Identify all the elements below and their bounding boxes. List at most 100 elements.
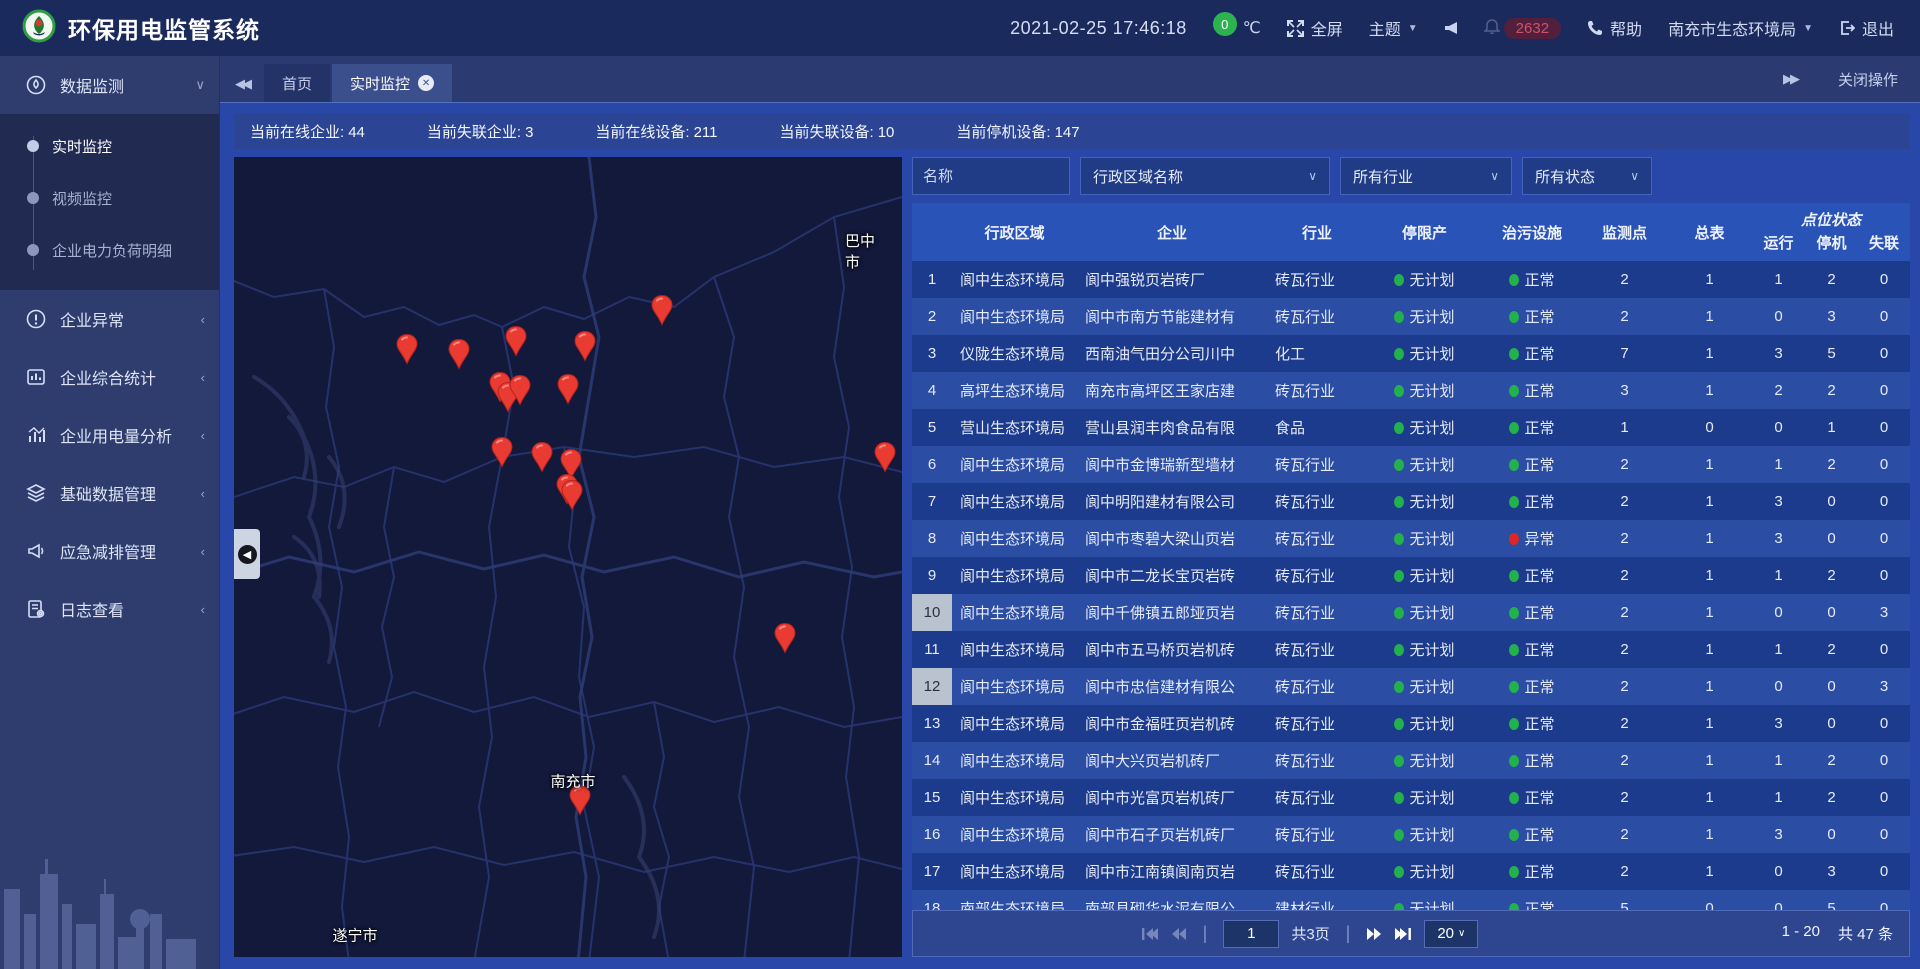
cell-stopped: 2 [1805,446,1858,483]
page-number-input[interactable]: 1 [1223,920,1279,948]
sidebar-item-label: 日志查看 [60,597,124,621]
datetime: 2021-02-25 17:46:18 [1010,18,1187,39]
temperature: 0 ℃ [1213,18,1261,38]
theme-dropdown[interactable]: 主题 ▼ [1369,16,1418,40]
notifications[interactable]: 2632 [1484,17,1561,39]
map-marker-icon[interactable] [773,623,797,655]
sidebar-item-1[interactable]: 企业异常‹ [0,290,219,348]
sidebar-item-0[interactable]: 数据监测∨ [0,56,219,114]
first-page-button[interactable] [1141,927,1159,941]
next-page-button[interactable] [1366,927,1382,941]
table-row[interactable]: 2阆中生态环境局阆中市南方节能建材有砖瓦行业无计划正常21030 [912,298,1910,335]
name-filter-input[interactable] [912,157,1070,195]
cell-running: 3 [1752,520,1805,557]
fullscreen-button[interactable]: 全屏 [1287,16,1343,40]
cell-running: 1 [1752,557,1805,594]
cell-production-status: 无计划 [1367,890,1482,910]
tab-实时监控[interactable]: 实时监控✕ [332,64,452,102]
table-row[interactable]: 10阆中生态环境局阆中千佛镇五郎垭页岩砖瓦行业无计划正常21003 [912,594,1910,631]
table-row[interactable]: 8阆中生态环境局阆中市枣碧大梁山页岩砖瓦行业无计划异常21300 [912,520,1910,557]
sidebar-item-3[interactable]: 企业用电量分析‹ [0,406,219,464]
table-row[interactable]: 9阆中生态环境局阆中市二龙长宝页岩砖砖瓦行业无计划正常21120 [912,557,1910,594]
map-panel[interactable]: 巴中市南充市遂宁市 ◀ [234,157,902,957]
map-marker-icon[interactable] [504,326,528,358]
table-row[interactable]: 4高坪生态环境局南充市高坪区王家店建砖瓦行业无计划正常31220 [912,372,1910,409]
table-row[interactable]: 16阆中生态环境局阆中市石子页岩机砖厂砖瓦行业无计划正常21300 [912,816,1910,853]
sidebar-item-6[interactable]: 日志查看‹ [0,580,219,638]
fullscreen-label: 全屏 [1311,16,1343,40]
cell-region: 阆中生态环境局 [952,668,1077,705]
table-row[interactable]: 17阆中生态环境局阆中市江南镇阆南页岩砖瓦行业无计划正常21030 [912,853,1910,890]
table-row[interactable]: 5营山生态环境局营山县润丰肉食品有限食品无计划正常10010 [912,409,1910,446]
tabs-scroll-right-button[interactable]: ▶▶ [1768,61,1812,97]
cell-running: 3 [1752,705,1805,742]
map-marker-icon[interactable] [508,375,532,407]
table-row[interactable]: 12阆中生态环境局阆中市忠信建材有限公砖瓦行业无计划正常21003 [912,668,1910,705]
map-collapse-button[interactable]: ◀ [234,529,260,579]
last-page-button[interactable] [1394,927,1412,941]
region-filter-select[interactable]: 行政区域名称 ∨ [1080,157,1330,195]
table-row[interactable]: 18南部生态环境局南部县砌华水泥有限公建材行业无计划正常50050 [912,890,1910,910]
table-row[interactable]: 7阆中生态环境局阆中明阳建材有限公司砖瓦行业无计划正常21300 [912,483,1910,520]
cell-company: 阆中市二龙长宝页岩砖 [1077,557,1267,594]
status-dot-icon [1394,607,1404,619]
table-row[interactable]: 13阆中生态环境局阆中市金福旺页岩机砖砖瓦行业无计划正常21300 [912,705,1910,742]
logout-button[interactable]: 退出 [1839,16,1894,40]
company-stats-icon [26,367,46,387]
chevron-left-icon: ‹ [201,544,205,559]
map-marker-icon[interactable] [530,442,554,474]
sidebar-subitem[interactable]: 企业电力负荷明细 [0,224,219,276]
status-filter-select[interactable]: 所有状态 ∨ [1522,157,1652,195]
page-size-select[interactable]: 20 ∨ [1424,920,1478,948]
table-row[interactable]: 14阆中生态环境局阆中大兴页岩机砖厂砖瓦行业无计划正常21120 [912,742,1910,779]
sidebar-subitem[interactable]: 实时监控 [0,120,219,172]
industry-filter-select[interactable]: 所有行业 ∨ [1340,157,1512,195]
map-marker-icon[interactable] [490,437,514,469]
cell-stopped: 2 [1805,742,1858,779]
chevron-down-icon: ∨ [1630,169,1639,183]
map-marker-icon[interactable] [447,339,471,371]
map-marker-icon[interactable] [650,295,674,327]
prev-page-button[interactable] [1171,927,1187,941]
bullet-dot-icon [27,140,39,152]
org-dropdown[interactable]: 南充市生态环境局 ▼ [1668,16,1813,40]
cell-production-status: 无计划 [1367,779,1482,816]
status-dot-icon [1394,681,1404,693]
help-button[interactable]: 帮助 [1587,16,1642,40]
tab-close-icon[interactable]: ✕ [418,75,434,91]
col-企业: 企业 [1077,203,1267,261]
table-row[interactable]: 11阆中生态环境局阆中市五马桥页岩机砖砖瓦行业无计划正常21120 [912,631,1910,668]
cell-total-meters: 1 [1667,853,1752,890]
status-dot-icon [1394,718,1404,730]
cell-facility-status: 正常 [1482,335,1582,372]
mute-button[interactable] [1444,21,1458,35]
sidebar-subitem[interactable]: 视频监控 [0,172,219,224]
table-row[interactable]: 15阆中生态环境局阆中市光富页岩机砖厂砖瓦行业无计划正常21120 [912,779,1910,816]
sidebar-item-4[interactable]: 基础数据管理‹ [0,464,219,522]
close-operations-button[interactable]: 关闭操作 [1838,69,1898,90]
map-marker-icon[interactable] [873,442,897,474]
cell-facility-status: 正常 [1482,668,1582,705]
status-dot-icon [1509,533,1519,545]
cell-company: 阆中市枣碧大梁山页岩 [1077,520,1267,557]
table-row[interactable]: 1阆中生态环境局阆中强锐页岩砖厂砖瓦行业无计划正常21120 [912,261,1910,298]
data-monitor-icon [26,75,46,95]
cell-running: 1 [1752,779,1805,816]
sidebar-item-5[interactable]: 应急减排管理‹ [0,522,219,580]
cell-stopped: 2 [1805,372,1858,409]
tab-首页[interactable]: 首页 [264,64,330,102]
map-marker-icon[interactable] [568,785,592,817]
tabs-scroll-left-button[interactable]: ◀◀ [220,66,264,102]
map-marker-icon[interactable] [560,480,584,512]
cell-production-status: 无计划 [1367,261,1482,298]
cell-production-status: 无计划 [1367,594,1482,631]
map-marker-icon[interactable] [395,334,419,366]
table-row[interactable]: 6阆中生态环境局阆中市金博瑞新型墙材砖瓦行业无计划正常21120 [912,446,1910,483]
cell-industry: 化工 [1267,335,1367,372]
sidebar-item-2[interactable]: 企业综合统计‹ [0,348,219,406]
map-marker-icon[interactable] [556,374,580,406]
cell-production-status: 无计划 [1367,853,1482,890]
table-row[interactable]: 3仪陇生态环境局西南油气田分公司川中化工无计划正常71350 [912,335,1910,372]
map-marker-icon[interactable] [573,331,597,363]
cell-production-status: 无计划 [1367,557,1482,594]
